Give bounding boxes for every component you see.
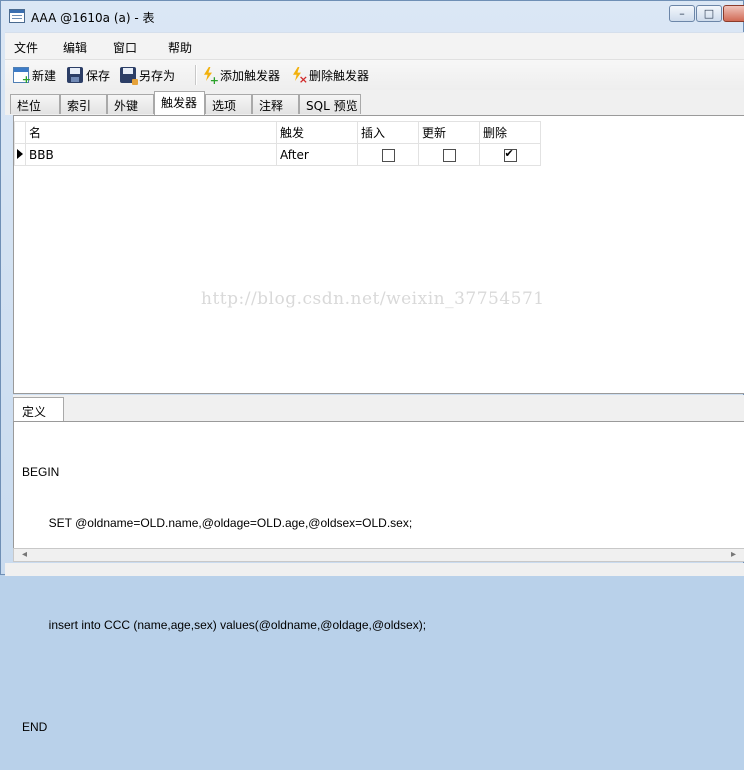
code-line: BEGIN [22, 465, 60, 479]
tab-triggers[interactable]: 触发器 [154, 91, 205, 115]
code-line: SET @oldname=OLD.name,@oldage=OLD.age,@o… [22, 516, 413, 530]
column-header-fire: 触发 [276, 121, 358, 144]
toolbar-separator [195, 65, 197, 85]
save-disk-icon [67, 67, 83, 83]
delete-checkbox[interactable] [503, 147, 517, 162]
column-header-update: 更新 [418, 121, 480, 144]
tab-indexes[interactable]: 索引 [60, 94, 107, 114]
save-button[interactable]: 保存 [67, 66, 110, 84]
trigger-grid-panel: 名 触发 插入 更新 删除 BBB After [13, 115, 744, 394]
table-row[interactable]: BBB After [14, 143, 541, 166]
definition-tabs: 定义 [13, 395, 744, 421]
code-line: END [22, 720, 48, 734]
table-designer-window: AAA @1610a (a) - 表 – □ 文件 编辑 窗口 帮助 新建 保存… [0, 0, 744, 734]
scroll-right-icon[interactable]: ▸ [731, 549, 736, 560]
column-header-insert: 插入 [357, 121, 419, 144]
save-as-button-label: 另存为 [139, 68, 176, 83]
table-icon [9, 9, 25, 23]
status-bar [5, 563, 744, 576]
insert-checkbox[interactable] [381, 148, 395, 162]
save-as-icon [120, 67, 138, 85]
row-marker-header [14, 121, 26, 144]
add-trigger-button[interactable]: 添加触发器 [201, 66, 281, 88]
trigger-fire-cell[interactable]: After [276, 143, 358, 166]
row-pointer-icon [17, 148, 23, 159]
window-title: AAA @1610a (a) - 表 [31, 11, 155, 25]
add-trigger-button-label: 添加触发器 [220, 68, 281, 83]
new-button[interactable]: 新建 [13, 66, 57, 86]
column-header-delete: 删除 [479, 121, 541, 144]
tab-definition[interactable]: 定义 [13, 397, 64, 421]
close-button[interactable] [723, 5, 744, 22]
tab-sql-preview[interactable]: SQL 预览 [299, 94, 361, 114]
menu-help[interactable]: 帮助 [168, 39, 192, 56]
tab-options[interactable]: 选项 [205, 94, 252, 114]
toolbar: 新建 保存 另存为 添加触发器 删除触发器 [5, 59, 744, 90]
menu-window[interactable]: 窗口 [113, 39, 137, 56]
tab-comments[interactable]: 注释 [252, 94, 299, 114]
save-as-button[interactable]: 另存为 [120, 66, 176, 85]
code-line: insert into CCC (name,age,sex) values(@o… [22, 618, 427, 632]
new-table-icon [13, 67, 31, 86]
column-header-name: 名 [25, 121, 277, 144]
trigger-table: 名 触发 插入 更新 删除 BBB After [14, 121, 541, 166]
definition-editor[interactable]: BEGIN SET @oldname=OLD.name,@oldage=OLD.… [13, 421, 744, 734]
minimize-button[interactable]: – [669, 5, 695, 22]
tab-fields[interactable]: 栏位 [10, 94, 60, 114]
maximize-button[interactable]: □ [696, 5, 722, 22]
title-bar: AAA @1610a (a) - 表 – □ [1, 1, 744, 31]
delete-trigger-icon [290, 67, 308, 86]
delete-cell [479, 143, 541, 166]
horizontal-scrollbar[interactable]: ◂ ▸ [13, 548, 744, 562]
menu-file[interactable]: 文件 [14, 39, 38, 56]
save-button-label: 保存 [86, 68, 111, 83]
menu-edit[interactable]: 编辑 [63, 39, 87, 56]
table-header-row: 名 触发 插入 更新 删除 [14, 121, 541, 144]
designer-tabs: 栏位 索引 外键 触发器 选项 注释 SQL 预览 [5, 90, 744, 115]
delete-trigger-button-label: 删除触发器 [309, 68, 370, 83]
update-cell [418, 143, 480, 166]
menu-bar: 文件 编辑 窗口 帮助 [5, 32, 744, 59]
insert-cell [357, 143, 419, 166]
definition-code[interactable]: BEGIN SET @oldname=OLD.name,@oldage=OLD.… [22, 430, 426, 770]
tab-foreign-keys[interactable]: 外键 [107, 94, 154, 114]
update-checkbox[interactable] [442, 148, 456, 162]
watermark: http://blog.csdn.net/weixin_37754571 [201, 289, 545, 309]
delete-trigger-button[interactable]: 删除触发器 [290, 66, 370, 87]
new-button-label: 新建 [32, 68, 57, 83]
current-row-indicator [14, 143, 26, 166]
add-trigger-icon [201, 67, 219, 87]
trigger-name-cell[interactable]: BBB [25, 143, 277, 166]
scroll-left-icon[interactable]: ◂ [22, 549, 27, 560]
